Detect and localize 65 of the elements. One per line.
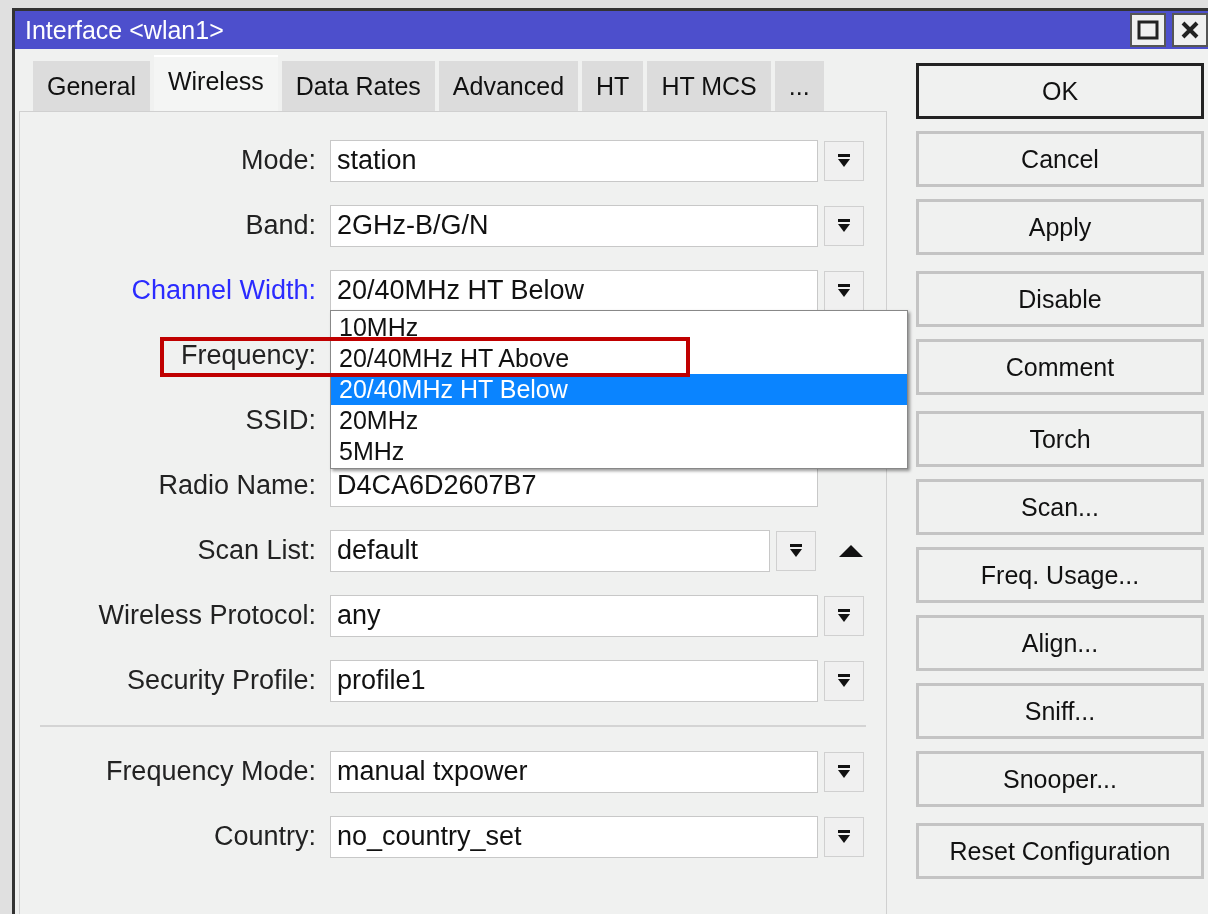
dialog-button[interactable]: Scan... — [916, 479, 1204, 535]
dropdown-option[interactable]: 20/40MHz HT Above — [331, 343, 907, 374]
dropdown-field[interactable]: profile1 — [330, 659, 818, 702]
dropdown-arrow-icon — [836, 152, 852, 169]
up-arrow-icon[interactable] — [838, 543, 864, 558]
dropdown-arrow-icon — [836, 607, 852, 624]
dropdown-arrow-icon — [836, 672, 852, 689]
dialog-button[interactable]: Torch — [916, 411, 1204, 467]
tab[interactable]: HT MCS — [647, 61, 771, 111]
tab[interactable]: Advanced — [438, 61, 579, 111]
tab[interactable]: Wireless — [153, 55, 278, 111]
dialog-button[interactable]: OK — [916, 63, 1204, 119]
field-label: Frequency Mode: — [104, 756, 317, 787]
field-label: Channel Width: — [130, 275, 317, 306]
dialog-button[interactable]: Align... — [916, 615, 1204, 671]
dialog-button[interactable]: Freq. Usage... — [916, 547, 1204, 603]
dropdown-button[interactable] — [824, 205, 864, 246]
dropdown-button[interactable] — [776, 530, 816, 571]
dropdown-field[interactable]: station — [330, 139, 818, 182]
field-label: Scan List: — [196, 535, 317, 566]
dropdown-button[interactable] — [824, 751, 864, 792]
dropdown-field[interactable]: any — [330, 594, 818, 637]
window-title: Interface <wlan1> — [25, 15, 225, 45]
tab[interactable]: General — [33, 61, 150, 111]
field-label: Frequency: — [179, 340, 317, 371]
field-label: Security Profile: — [125, 665, 317, 696]
dropdown-arrow-icon — [836, 282, 852, 299]
field-label: Country: — [212, 821, 317, 852]
dropdown-option[interactable]: 20/40MHz HT Below — [331, 374, 907, 405]
field-label: Mode: — [239, 145, 317, 176]
field-label: Band: — [244, 210, 317, 241]
tab[interactable]: ... — [774, 61, 824, 111]
dropdown-field[interactable]: no_country_set — [330, 815, 818, 858]
dialog-button[interactable]: Sniff... — [916, 683, 1204, 739]
dropdown-field[interactable]: 20/40MHz HT Below — [330, 269, 818, 312]
dialog-button[interactable]: Reset Configuration — [916, 823, 1204, 879]
close-icon — [1180, 20, 1200, 40]
dropdown-arrow-icon — [836, 763, 852, 780]
field-label: Radio Name: — [157, 470, 317, 501]
dropdown-arrow-icon — [788, 542, 804, 559]
dialog-button[interactable]: Apply — [916, 199, 1204, 255]
dropdown-option[interactable]: 10MHz — [331, 312, 907, 343]
dropdown-option[interactable]: 5MHz — [331, 436, 907, 467]
dropdown-field[interactable]: manual txpower — [330, 750, 818, 793]
maximize-icon — [1137, 20, 1159, 40]
dropdown-arrow-icon — [836, 828, 852, 845]
dropdown-arrow-icon — [836, 217, 852, 234]
dialog-button[interactable]: Comment — [916, 339, 1204, 395]
dialog-button[interactable]: Cancel — [916, 131, 1204, 187]
close-button[interactable] — [1172, 13, 1208, 47]
dropdown-option[interactable]: 20MHz — [331, 405, 907, 436]
field-label: SSID: — [244, 405, 317, 436]
dialog-button[interactable]: Snooper... — [916, 751, 1204, 807]
tab[interactable]: Data Rates — [281, 61, 435, 111]
dropdown-field[interactable]: 2GHz-B/G/N — [330, 204, 818, 247]
input-field[interactable]: default — [330, 529, 770, 572]
maximize-button[interactable] — [1130, 13, 1166, 47]
dropdown-button[interactable] — [824, 140, 864, 181]
dropdown-button[interactable] — [824, 816, 864, 857]
dropdown-button[interactable] — [824, 270, 864, 311]
field-label: Wireless Protocol: — [97, 600, 317, 631]
dropdown-button[interactable] — [824, 660, 864, 701]
dropdown-button[interactable] — [824, 595, 864, 636]
tab[interactable]: HT — [582, 61, 644, 111]
dialog-button[interactable]: Disable — [916, 271, 1204, 327]
